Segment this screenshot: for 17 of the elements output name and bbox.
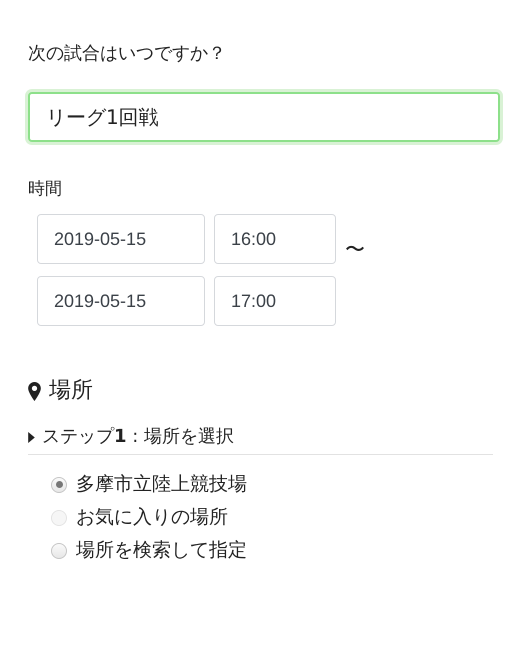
time-label: 時間 (28, 178, 63, 201)
option-label: 場所を検索して指定 (76, 538, 247, 563)
title-input-field[interactable]: リーグ1回戦 (28, 92, 500, 142)
end-date-field[interactable]: 2019-05-15 (37, 276, 205, 326)
start-date-field[interactable]: 2019-05-15 (37, 214, 205, 264)
map-pin-icon (28, 382, 41, 400)
radio-button[interactable] (51, 476, 67, 492)
location-heading: 場所 (49, 377, 93, 405)
range-separator: 〜 (345, 236, 365, 262)
question-label: 次の試合はいつですか？ (28, 42, 227, 66)
start-time-field[interactable]: 16:00 (214, 214, 336, 264)
radio-button[interactable] (51, 542, 67, 558)
end-time-field[interactable]: 17:00 (214, 276, 336, 326)
step-disclosure[interactable]: ステップ1 : 場所を選択 (28, 424, 493, 455)
option-label: お気に入りの場所 (76, 505, 228, 530)
caret-icon (28, 432, 35, 442)
option-label: 多摩市立陸上競技場 (76, 472, 247, 497)
